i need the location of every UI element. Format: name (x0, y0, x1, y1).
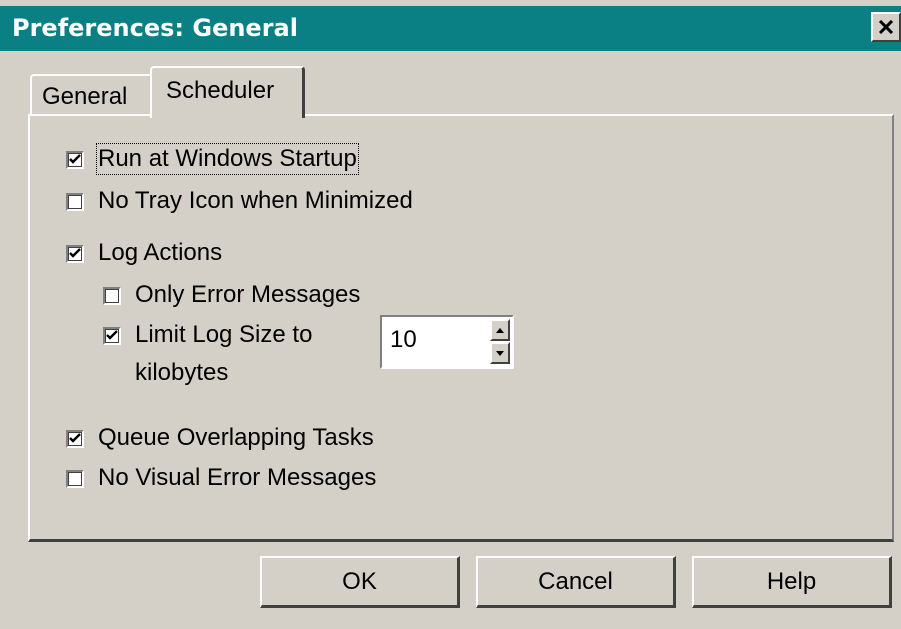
no-tray-icon-label: No Tray Icon when Minimized (98, 187, 413, 214)
no-tray-icon-checkbox[interactable] (66, 193, 84, 211)
limit-log-size-checkbox[interactable] (103, 327, 121, 345)
limit-log-size-label: Limit Log Size to (135, 321, 313, 348)
ok-button[interactable]: OK (260, 556, 460, 608)
ok-button-label: OK (342, 567, 377, 595)
no-visual-errors-label: No Visual Error Messages (98, 464, 377, 491)
window-title: Preferences: General (12, 14, 298, 42)
spin-up-button[interactable] (490, 319, 510, 341)
log-actions-checkbox[interactable] (66, 245, 84, 263)
arrow-up-icon (496, 327, 504, 333)
kilobytes-label: kilobytes (135, 359, 229, 386)
only-error-messages-checkbox[interactable] (103, 287, 121, 305)
run-at-startup-label: Run at Windows Startup (96, 143, 359, 175)
spin-down-button[interactable] (490, 342, 510, 364)
checkmark-icon (69, 248, 81, 258)
checkmark-icon (69, 154, 81, 164)
tab-scheduler-label: Scheduler (166, 77, 275, 104)
preferences-dialog: Preferences: General General Scheduler R… (0, 0, 901, 629)
queue-overlapping-label: Queue Overlapping Tasks (98, 424, 374, 451)
tab-scheduler[interactable]: Scheduler (150, 66, 305, 118)
arrow-down-icon (496, 350, 504, 356)
tab-general-label: General (42, 83, 128, 110)
cancel-button-label: Cancel (538, 567, 613, 595)
title-bar[interactable]: Preferences: General (0, 6, 901, 51)
log-size-spinbox[interactable]: 10 (380, 315, 514, 369)
log-actions-label: Log Actions (98, 239, 223, 266)
only-error-messages-label: Only Error Messages (135, 281, 361, 308)
run-at-startup-checkbox[interactable] (66, 151, 84, 169)
checkmark-icon (106, 330, 118, 340)
no-visual-errors-checkbox[interactable] (66, 470, 84, 488)
help-button[interactable]: Help (692, 556, 892, 608)
spin-buttons (490, 319, 510, 365)
cancel-button[interactable]: Cancel (476, 556, 676, 608)
close-icon (878, 20, 894, 34)
log-size-value[interactable]: 10 (390, 326, 417, 354)
close-button[interactable] (871, 12, 901, 42)
queue-overlapping-checkbox[interactable] (66, 430, 84, 448)
tab-general[interactable]: General (30, 74, 152, 116)
checkmark-icon (69, 433, 81, 443)
help-button-label: Help (766, 567, 817, 595)
